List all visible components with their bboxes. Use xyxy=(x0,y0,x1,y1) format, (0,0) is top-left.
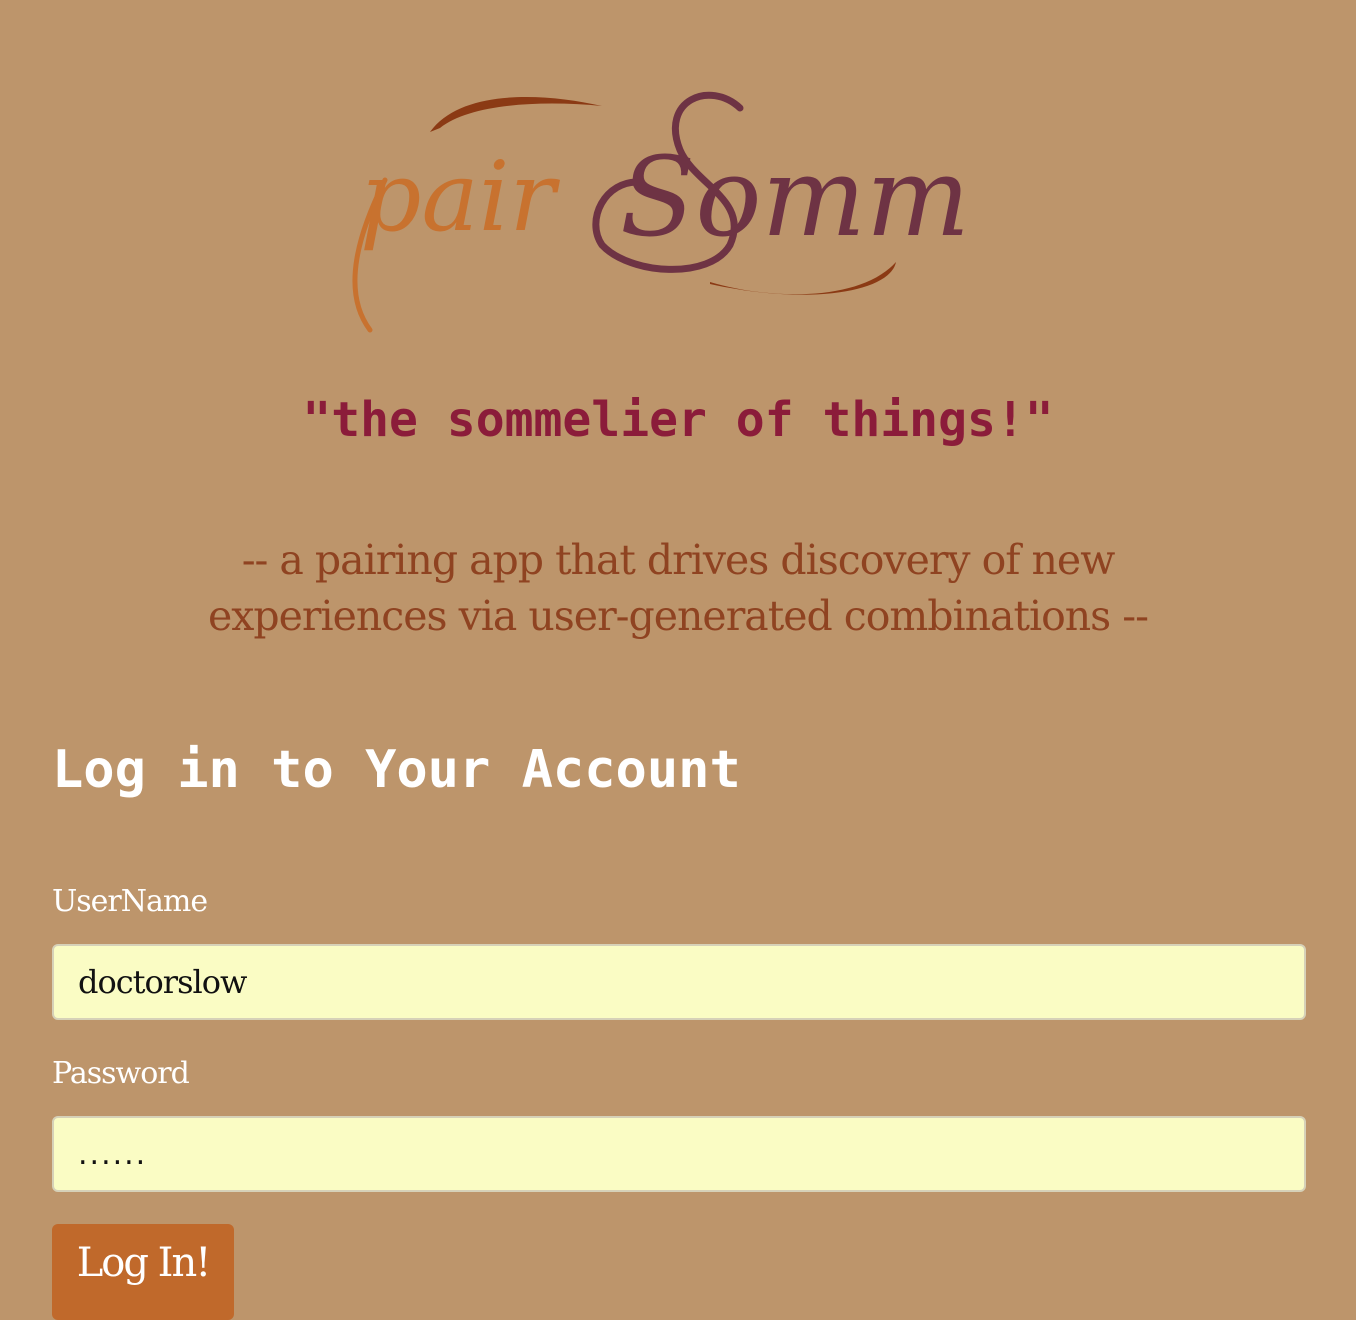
username-input[interactable] xyxy=(52,944,1306,1020)
logo-top-swoosh xyxy=(430,96,602,132)
password-label: Password xyxy=(52,1056,190,1091)
password-input[interactable] xyxy=(52,1116,1306,1192)
login-button[interactable]: Log In! xyxy=(52,1224,234,1320)
logo-bottom-swoosh xyxy=(710,262,896,295)
logo-pair-text: pair xyxy=(360,141,560,253)
tagline: "the sommelier of things!" xyxy=(302,392,1054,448)
app-description: -- a pairing app that drives discovery o… xyxy=(208,536,1149,640)
username-label: UserName xyxy=(52,884,208,919)
login-heading: Log in to Your Account xyxy=(52,740,741,800)
app-logo: pair Somm xyxy=(330,70,1050,350)
logo-somm-text: Somm xyxy=(620,133,970,261)
